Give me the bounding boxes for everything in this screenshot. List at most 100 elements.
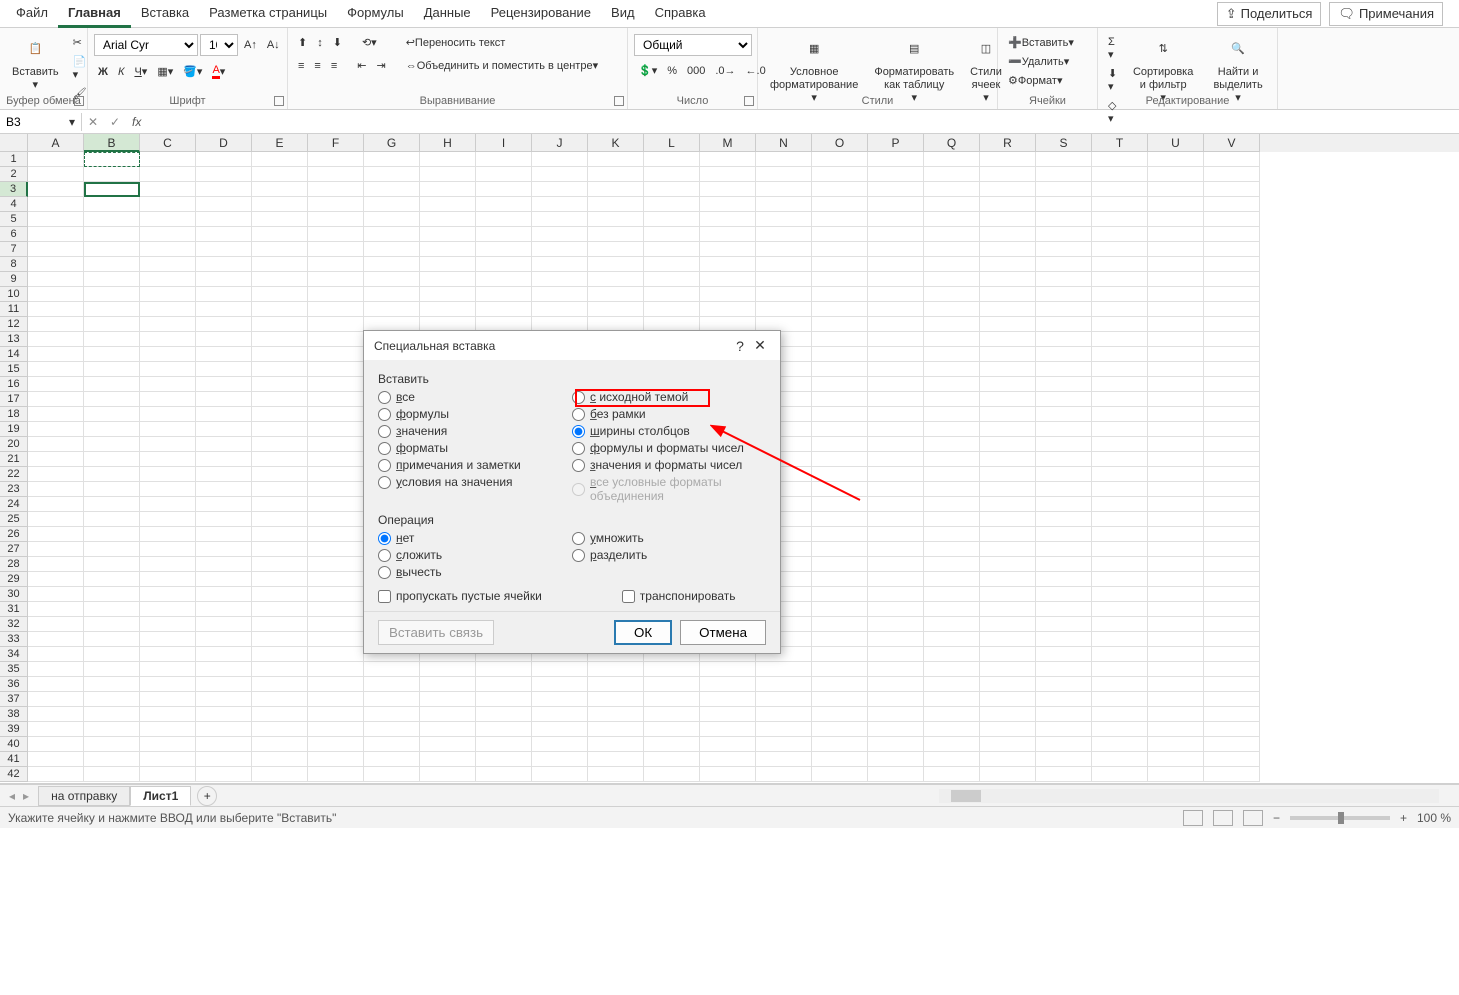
cell[interactable] — [252, 632, 308, 647]
cell[interactable] — [868, 197, 924, 212]
cell[interactable] — [1148, 737, 1204, 752]
cell[interactable] — [252, 722, 308, 737]
cell[interactable] — [196, 257, 252, 272]
cell[interactable] — [980, 767, 1036, 782]
transpose-checkbox[interactable]: транспонировать — [622, 589, 736, 603]
cell[interactable] — [812, 662, 868, 677]
cell[interactable] — [84, 362, 140, 377]
cell[interactable] — [1036, 617, 1092, 632]
help-button[interactable]: ? — [730, 338, 750, 354]
cell[interactable] — [252, 302, 308, 317]
cell[interactable] — [1148, 392, 1204, 407]
cell[interactable] — [196, 422, 252, 437]
cell[interactable] — [84, 572, 140, 587]
cell[interactable] — [532, 197, 588, 212]
row-header[interactable]: 22 — [0, 467, 28, 482]
cell[interactable] — [84, 512, 140, 527]
cell[interactable] — [140, 767, 196, 782]
cell[interactable] — [84, 377, 140, 392]
cell[interactable] — [420, 707, 476, 722]
cell[interactable] — [364, 677, 420, 692]
fx-button[interactable]: fx — [126, 115, 147, 129]
cell[interactable] — [868, 467, 924, 482]
cell[interactable] — [308, 662, 364, 677]
cell[interactable] — [644, 287, 700, 302]
cell[interactable] — [868, 647, 924, 662]
radio-valnum[interactable]: значения и форматы чисел — [572, 458, 766, 472]
cell[interactable] — [812, 437, 868, 452]
cell[interactable] — [196, 692, 252, 707]
cell[interactable] — [252, 452, 308, 467]
column-header[interactable]: H — [420, 134, 476, 152]
row-header[interactable]: 42 — [0, 767, 28, 782]
cell[interactable] — [1148, 332, 1204, 347]
cell[interactable] — [812, 692, 868, 707]
cell[interactable] — [1148, 692, 1204, 707]
cell[interactable] — [252, 482, 308, 497]
cell[interactable] — [308, 767, 364, 782]
cell[interactable] — [924, 587, 980, 602]
cell[interactable] — [980, 272, 1036, 287]
cell[interactable] — [252, 767, 308, 782]
cell[interactable] — [700, 227, 756, 242]
zoom-slider[interactable] — [1290, 816, 1390, 820]
cell[interactable] — [252, 527, 308, 542]
cell[interactable] — [420, 272, 476, 287]
cell[interactable] — [1148, 272, 1204, 287]
cell[interactable] — [1036, 482, 1092, 497]
cell[interactable] — [28, 587, 84, 602]
add-sheet-button[interactable]: + — [197, 786, 217, 806]
cell[interactable] — [644, 212, 700, 227]
cell[interactable] — [1036, 212, 1092, 227]
format-cells-button[interactable]: ⚙ Формат ▾ — [1004, 72, 1078, 89]
cell[interactable] — [644, 197, 700, 212]
cell[interactable] — [252, 362, 308, 377]
cell[interactable] — [252, 287, 308, 302]
cell[interactable] — [812, 512, 868, 527]
column-header[interactable]: I — [476, 134, 532, 152]
column-header[interactable]: M — [700, 134, 756, 152]
cell[interactable] — [196, 677, 252, 692]
cell[interactable] — [252, 467, 308, 482]
cell[interactable] — [532, 272, 588, 287]
cell[interactable] — [364, 212, 420, 227]
cell[interactable] — [252, 662, 308, 677]
cell[interactable] — [84, 737, 140, 752]
cell[interactable] — [140, 692, 196, 707]
row-header[interactable]: 25 — [0, 512, 28, 527]
cell[interactable] — [308, 167, 364, 182]
cell[interactable] — [924, 347, 980, 362]
cell[interactable] — [1092, 317, 1148, 332]
cell[interactable] — [308, 512, 364, 527]
cell[interactable] — [924, 752, 980, 767]
cell[interactable] — [756, 242, 812, 257]
cell[interactable] — [1092, 212, 1148, 227]
cell[interactable] — [532, 722, 588, 737]
cell[interactable] — [756, 152, 812, 167]
column-header[interactable]: V — [1204, 134, 1260, 152]
cell[interactable] — [1204, 452, 1260, 467]
cell[interactable] — [140, 482, 196, 497]
cell[interactable] — [140, 272, 196, 287]
tab-разметка страницы[interactable]: Разметка страницы — [199, 0, 337, 28]
cell[interactable] — [644, 227, 700, 242]
cell[interactable] — [812, 752, 868, 767]
cell[interactable] — [308, 632, 364, 647]
align-center-button[interactable]: ≡ — [310, 58, 324, 74]
cell[interactable] — [1204, 182, 1260, 197]
cell[interactable] — [1148, 197, 1204, 212]
tab-справка[interactable]: Справка — [645, 0, 716, 28]
cell[interactable] — [924, 197, 980, 212]
cell[interactable] — [1204, 152, 1260, 167]
row-header[interactable]: 20 — [0, 437, 28, 452]
cell[interactable] — [1204, 467, 1260, 482]
cell[interactable] — [84, 542, 140, 557]
cell[interactable] — [924, 542, 980, 557]
cell[interactable] — [420, 677, 476, 692]
cell[interactable] — [588, 152, 644, 167]
cell[interactable] — [1204, 587, 1260, 602]
cell[interactable] — [1204, 572, 1260, 587]
cell[interactable] — [28, 287, 84, 302]
cell[interactable] — [28, 317, 84, 332]
cell[interactable] — [196, 392, 252, 407]
